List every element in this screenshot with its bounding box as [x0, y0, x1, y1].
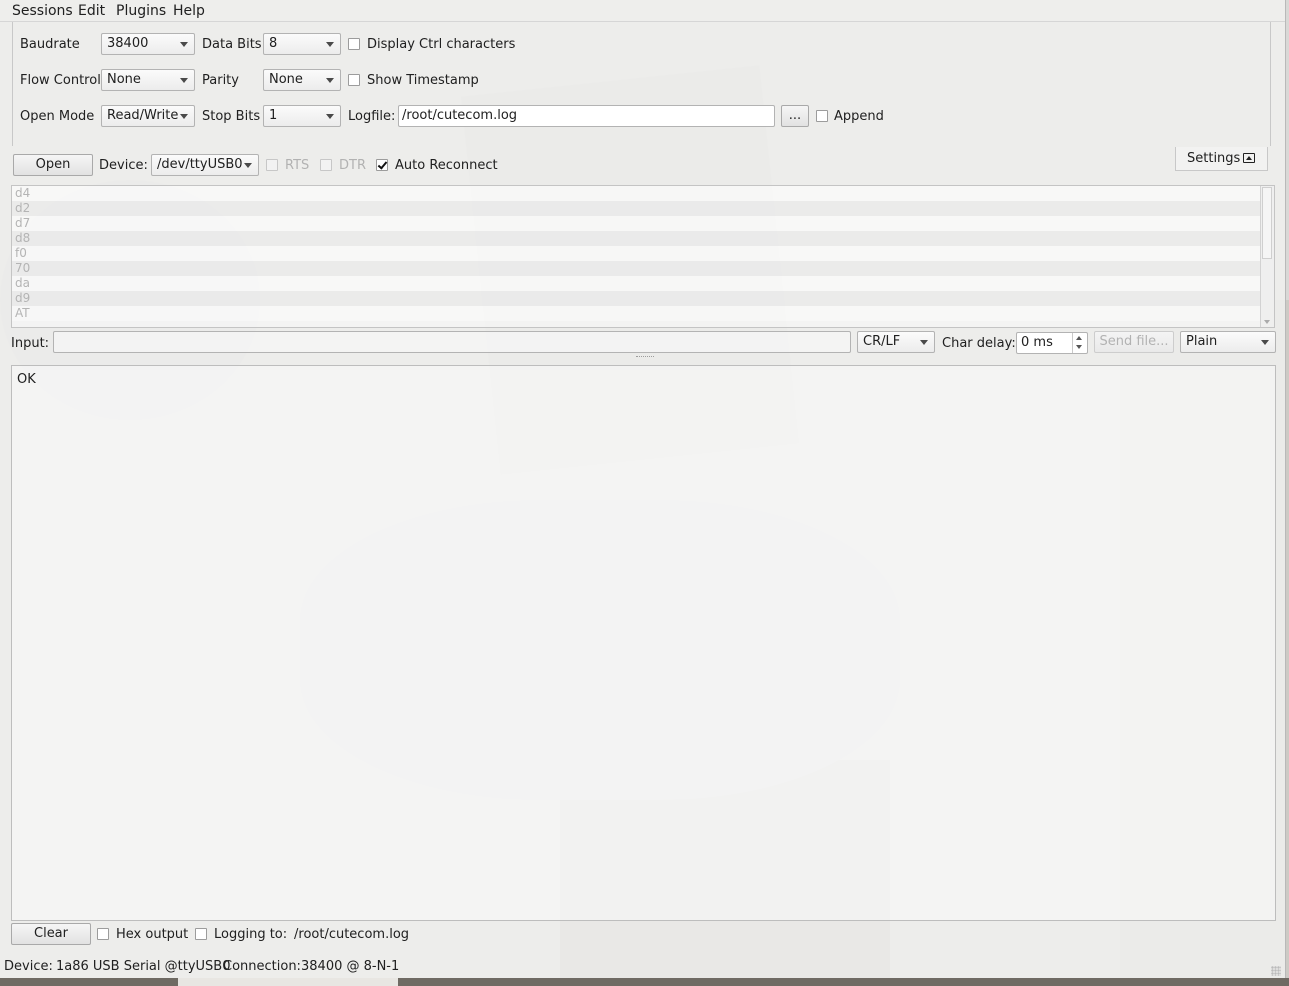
status-device-label: Device: — [4, 959, 53, 974]
dtr-checkbox[interactable] — [320, 159, 332, 171]
splitter-handle[interactable] — [636, 356, 654, 359]
status-connection-value: 38400 @ 8-N-1 — [301, 959, 400, 974]
menu-edit[interactable]: Edit — [78, 3, 105, 19]
chevron-down-icon — [326, 78, 334, 83]
chevron-down-icon — [326, 42, 334, 47]
data-bits-select[interactable]: 8 — [263, 33, 341, 55]
device-value: /dev/ttyUSB0 — [157, 157, 243, 172]
output-text: OK — [17, 372, 36, 387]
spin-down-icon[interactable] — [1076, 345, 1082, 349]
settings-panel — [12, 22, 1271, 146]
line-end-select[interactable]: CR/LF — [857, 331, 935, 353]
send-file-button[interactable]: Send file... — [1094, 331, 1174, 353]
chevron-down-icon — [1261, 340, 1269, 345]
char-delay-label: Char delay: — [942, 336, 1016, 351]
cutecom-window: Sessions Edit Plugins Help Baudrate 3840… — [0, 0, 1286, 979]
scroll-down-icon[interactable] — [1264, 320, 1270, 324]
baudrate-label: Baudrate — [20, 37, 80, 52]
open-mode-label: Open Mode — [20, 109, 95, 124]
collapse-panel-icon — [1243, 153, 1255, 163]
history-item[interactable]: d7 — [12, 216, 1261, 231]
chevron-down-icon — [180, 42, 188, 47]
data-bits-value: 8 — [269, 36, 278, 51]
hex-output-checkbox[interactable] — [97, 928, 109, 940]
flow-control-label: Flow Control — [20, 73, 101, 88]
scrollbar-thumb[interactable] — [1262, 187, 1272, 259]
taskbar-strip — [0, 978, 1289, 986]
char-delay-value: 0 ms — [1021, 335, 1053, 350]
baudrate-value: 38400 — [107, 36, 149, 51]
browse-logfile-button[interactable]: ... — [781, 105, 809, 127]
show-timestamp-label: Show Timestamp — [367, 73, 479, 88]
format-select[interactable]: Plain — [1180, 331, 1276, 353]
rts-label: RTS — [285, 158, 310, 173]
format-value: Plain — [1186, 334, 1218, 349]
append-label: Append — [834, 109, 884, 124]
device-select[interactable]: /dev/ttyUSB0 — [151, 154, 259, 176]
output-area[interactable]: OK — [11, 365, 1276, 921]
history-item[interactable]: f0 — [12, 246, 1261, 261]
parity-select[interactable]: None — [263, 69, 341, 91]
history-item[interactable]: d4 — [12, 186, 1261, 201]
history-item[interactable]: d9 — [12, 291, 1261, 306]
chevron-down-icon — [244, 163, 252, 168]
dtr-label: DTR — [339, 158, 366, 173]
baudrate-select[interactable]: 38400 — [101, 33, 195, 55]
history-item[interactable]: AT — [12, 306, 1261, 321]
chevron-down-icon — [180, 78, 188, 83]
command-history-list[interactable]: d4 d2 d7 d8 f0 70 da d9 AT — [11, 185, 1275, 328]
append-checkbox[interactable] — [816, 110, 828, 122]
stop-bits-label: Stop Bits — [202, 109, 261, 124]
history-item[interactable]: d2 — [12, 201, 1261, 216]
parity-value: None — [269, 72, 303, 87]
menu-bar: Sessions Edit Plugins Help — [0, 0, 1285, 22]
status-bar: Device: 1a86 USB Serial @ttyUSB0 Connect… — [0, 956, 1285, 978]
device-label: Device: — [99, 158, 148, 173]
input-field[interactable] — [53, 331, 851, 353]
logfile-input[interactable]: /root/cutecom.log — [398, 105, 775, 127]
logging-checkbox[interactable] — [195, 928, 207, 940]
status-connection-label: Connection: — [223, 959, 301, 974]
clear-button[interactable]: Clear — [11, 923, 91, 945]
rts-checkbox[interactable] — [266, 159, 278, 171]
auto-reconnect-label: Auto Reconnect — [395, 158, 498, 173]
logging-to-label: Logging to: — [214, 927, 288, 942]
menu-help[interactable]: Help — [173, 3, 205, 19]
settings-tab[interactable]: Settings — [1175, 147, 1268, 171]
display-ctrl-checkbox[interactable] — [348, 38, 360, 50]
history-item[interactable]: d8 — [12, 231, 1261, 246]
data-bits-label: Data Bits — [202, 37, 262, 52]
history-scrollbar[interactable] — [1260, 186, 1274, 327]
history-item[interactable]: da — [12, 276, 1261, 291]
spin-up-icon[interactable] — [1076, 336, 1082, 340]
status-device-value: 1a86 USB Serial @ttyUSB0 — [56, 959, 231, 974]
line-end-value: CR/LF — [863, 334, 901, 349]
flow-control-select[interactable]: None — [101, 69, 195, 91]
logfile-label: Logfile: — [348, 109, 396, 124]
spin-buttons[interactable] — [1072, 333, 1087, 353]
display-ctrl-label: Display Ctrl characters — [367, 37, 516, 52]
chevron-down-icon — [180, 114, 188, 119]
resize-grip-icon[interactable] — [1271, 966, 1281, 976]
parity-label: Parity — [202, 73, 239, 88]
open-mode-value: Read/Write — [107, 108, 179, 123]
chevron-down-icon — [920, 340, 928, 345]
stop-bits-select[interactable]: 1 — [263, 105, 341, 127]
char-delay-spinbox[interactable]: 0 ms — [1016, 332, 1088, 354]
menu-plugins[interactable]: Plugins — [116, 3, 166, 19]
flow-control-value: None — [107, 72, 141, 87]
settings-tab-label: Settings — [1187, 151, 1241, 166]
stop-bits-value: 1 — [269, 108, 278, 123]
logging-to-path: /root/cutecom.log — [294, 927, 410, 942]
open-button[interactable]: Open — [13, 154, 93, 176]
input-label: Input: — [11, 336, 50, 351]
chevron-down-icon — [326, 114, 334, 119]
show-timestamp-checkbox[interactable] — [348, 74, 360, 86]
hex-output-label: Hex output — [116, 927, 189, 942]
open-mode-select[interactable]: Read/Write — [101, 105, 195, 127]
menu-sessions[interactable]: Sessions — [12, 3, 73, 19]
auto-reconnect-checkbox[interactable] — [376, 159, 388, 171]
history-item[interactable]: 70 — [12, 261, 1261, 276]
